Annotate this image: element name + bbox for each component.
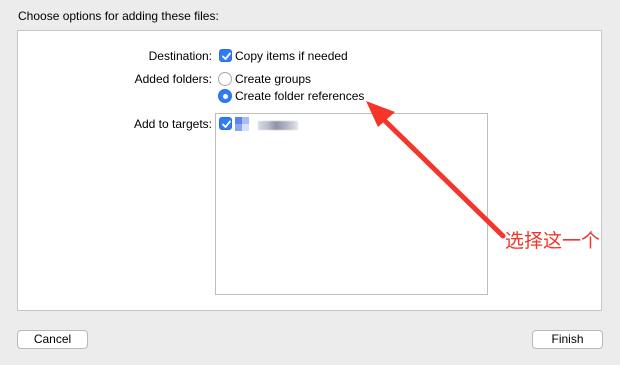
added-folders-label: Added folders: bbox=[134, 72, 212, 86]
target-checkbox[interactable] bbox=[219, 117, 232, 130]
copy-items-label[interactable]: Copy items if needed bbox=[235, 49, 348, 63]
checkmark-icon bbox=[222, 52, 231, 60]
annotation-text: 选择这一个 bbox=[505, 230, 601, 252]
create-groups-label[interactable]: Create groups bbox=[235, 72, 311, 86]
checkmark-icon bbox=[222, 120, 231, 128]
target-name-redacted bbox=[258, 121, 298, 130]
copy-items-checkbox[interactable] bbox=[219, 49, 232, 62]
create-folder-references-radio[interactable] bbox=[218, 89, 232, 103]
create-groups-radio[interactable] bbox=[218, 72, 232, 86]
app-target-icon bbox=[235, 117, 249, 131]
targets-list[interactable] bbox=[215, 113, 488, 295]
dialog-title: Choose options for adding these files: bbox=[18, 9, 219, 23]
finish-button[interactable]: Finish bbox=[532, 330, 603, 349]
create-folder-references-label[interactable]: Create folder references bbox=[235, 89, 364, 103]
destination-label: Destination: bbox=[148, 49, 212, 63]
add-to-targets-label: Add to targets: bbox=[133, 117, 212, 131]
radio-selected-dot bbox=[222, 93, 228, 99]
add-files-dialog: Choose options for adding these files: D… bbox=[0, 0, 620, 365]
cancel-button[interactable]: Cancel bbox=[17, 330, 88, 349]
